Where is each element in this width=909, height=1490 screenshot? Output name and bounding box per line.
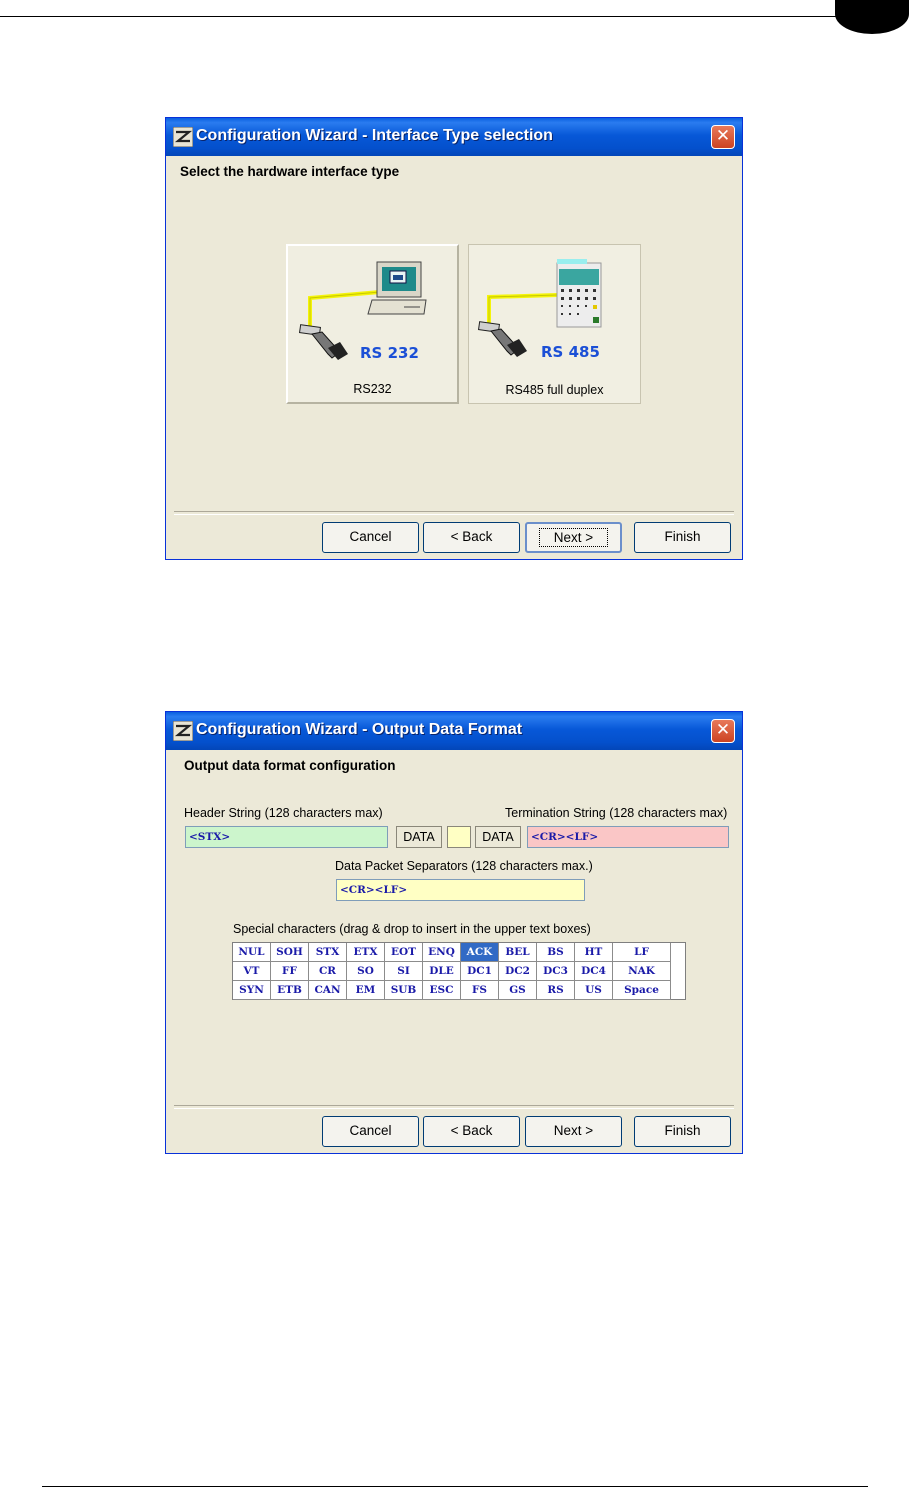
close-icon[interactable]: ✕ [711, 719, 735, 743]
window-title: Configuration Wizard - Interface Type se… [196, 127, 553, 144]
header-string-input[interactable]: <STX> [185, 826, 388, 848]
special-char-enq[interactable]: ENQ [423, 943, 461, 962]
special-char-dle[interactable]: DLE [423, 962, 461, 981]
finish-button[interactable]: Finish [634, 522, 731, 553]
special-char-syn[interactable]: SYN [233, 981, 271, 1000]
back-button[interactable]: < Back [423, 522, 520, 553]
button-separator [174, 1105, 734, 1109]
special-char-dc4[interactable]: DC4 [575, 962, 613, 981]
special-characters-label: Special characters (drag & drop to inser… [233, 922, 591, 936]
special-char-stx[interactable]: STX [309, 943, 347, 962]
special-char-ht[interactable]: HT [575, 943, 613, 962]
cancel-button[interactable]: Cancel [322, 1116, 419, 1147]
page-tab-badge [835, 0, 909, 34]
special-char-nak[interactable]: NAK [613, 962, 671, 981]
special-char-dc3[interactable]: DC3 [537, 962, 575, 981]
rs485-option-button[interactable]: RS 485 RS485 full duplex [468, 244, 641, 404]
special-char-fs[interactable]: FS [461, 981, 499, 1000]
special-char-soh[interactable]: SOH [271, 943, 309, 962]
rs232-option-button[interactable]: RS 232 RS232 [286, 244, 459, 404]
page-bottom-rule [42, 1486, 868, 1487]
special-characters-grid: NUL SOH STX ETX EOT ENQ ACK BEL BS HT LF VT FF CR SO SI… [232, 942, 686, 1000]
next-button-label: Next > [538, 528, 609, 547]
special-char-so[interactable]: SO [347, 962, 385, 981]
window-title: Configuration Wizard - Output Data Forma… [196, 721, 523, 738]
special-char-dc1[interactable]: DC1 [461, 962, 499, 981]
data-placeholder-left: DATA [396, 826, 442, 848]
rs232-badge: RS 232 [360, 344, 419, 362]
finish-button[interactable]: Finish [634, 1116, 731, 1147]
back-button[interactable]: < Back [423, 1116, 520, 1147]
special-char-space[interactable]: Space [613, 981, 671, 1000]
termination-string-input[interactable]: <CR><LF> [527, 826, 729, 848]
rs232-caption: RS232 [353, 382, 392, 396]
output-format-wizard-window: Configuration Wizard - Output Data Forma… [165, 711, 743, 1154]
special-char-em[interactable]: EM [347, 981, 385, 1000]
header-string-label: Header String (128 characters max) [184, 806, 383, 820]
wizard-app-icon [173, 721, 193, 741]
close-icon[interactable]: ✕ [711, 125, 735, 149]
title-bar[interactable]: Configuration Wizard - Interface Type se… [166, 118, 742, 156]
button-separator [174, 511, 734, 515]
special-char-nul[interactable]: NUL [233, 943, 271, 962]
termination-string-label: Termination String (128 characters max) [505, 806, 728, 820]
special-char-ack[interactable]: ACK [461, 943, 499, 962]
pc-terminal-icon [298, 261, 427, 360]
data-placeholder-right: DATA [475, 826, 521, 848]
separator-label: Data Packet Separators (128 characters m… [335, 859, 593, 873]
cancel-button[interactable]: Cancel [322, 522, 419, 553]
special-char-can[interactable]: CAN [309, 981, 347, 1000]
special-char-bel[interactable]: BEL [499, 943, 537, 962]
rs485-caption: RS485 full duplex [505, 383, 604, 397]
special-char-us[interactable]: US [575, 981, 613, 1000]
special-char-esc[interactable]: ESC [423, 981, 461, 1000]
rs485-badge: RS 485 [541, 343, 600, 361]
plc-device-icon [477, 259, 602, 357]
wizard-heading: Output data format configuration [184, 758, 396, 773]
separator-input[interactable]: <CR><LF> [336, 879, 585, 901]
special-char-gs[interactable]: GS [499, 981, 537, 1000]
special-char-etb[interactable]: ETB [271, 981, 309, 1000]
title-bar[interactable]: Configuration Wizard - Output Data Forma… [166, 712, 742, 750]
interface-type-wizard-window: Configuration Wizard - Interface Type se… [165, 117, 743, 560]
special-char-dc2[interactable]: DC2 [499, 962, 537, 981]
special-char-ff[interactable]: FF [271, 962, 309, 981]
special-char-etx[interactable]: ETX [347, 943, 385, 962]
page-top-rule [0, 16, 845, 17]
special-char-bs[interactable]: BS [537, 943, 575, 962]
special-char-cr[interactable]: CR [309, 962, 347, 981]
special-char-rs[interactable]: RS [537, 981, 575, 1000]
next-button[interactable]: Next > [525, 522, 622, 553]
special-char-lf[interactable]: LF [613, 943, 671, 962]
special-char-sub[interactable]: SUB [385, 981, 423, 1000]
next-button[interactable]: Next > [525, 1116, 622, 1147]
inline-separator-box [447, 826, 471, 848]
special-char-vt[interactable]: VT [233, 962, 271, 981]
special-char-si[interactable]: SI [385, 962, 423, 981]
wizard-heading: Select the hardware interface type [180, 164, 400, 179]
special-char-eot[interactable]: EOT [385, 943, 423, 962]
wizard-app-icon [173, 127, 193, 147]
